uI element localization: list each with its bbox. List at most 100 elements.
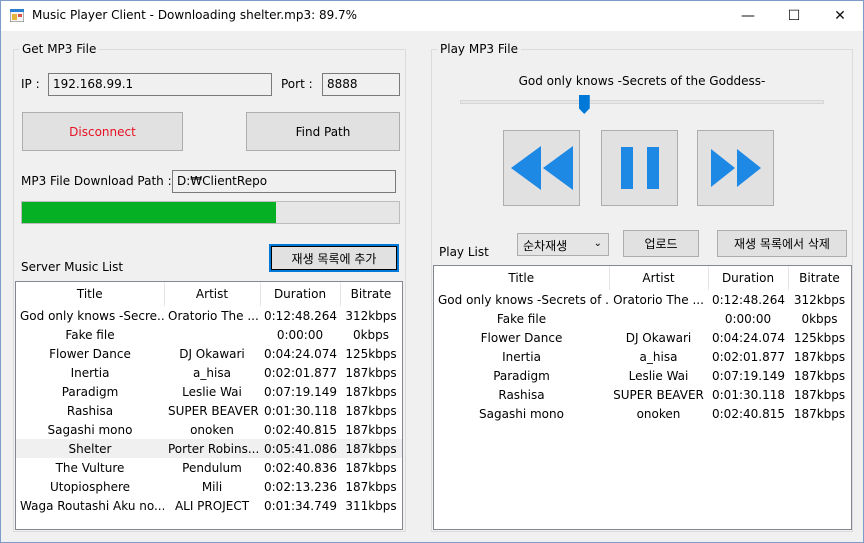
now-playing-title: God only knows -Secrets of the Goddess-	[518, 74, 766, 88]
table-row[interactable]: God only knows -Secre... Oratorio The ...…	[16, 306, 402, 325]
cell-duration: 0:00:00	[724, 311, 772, 326]
cell-duration: 0:12:48.264	[264, 308, 337, 323]
app-icon	[10, 9, 24, 22]
table-row[interactable]: Rashisa SUPER BEAVER 0:01:30.118 187kbps	[434, 385, 851, 404]
table-row[interactable]: Flower Dance DJ Okawari 0:04:24.074 125kbps	[16, 344, 402, 363]
cell-duration: 0:05:41.086	[260, 439, 340, 458]
cell-duration: 0:02:40.815	[264, 422, 337, 437]
port-input[interactable]: 8888	[322, 73, 400, 96]
table-row[interactable]: Rashisa SUPER BEAVER 0:01:30.118 187kbps	[16, 401, 402, 420]
window-title: Music Player Client - Downloading shelte…	[32, 8, 358, 22]
maximize-icon: ☐	[787, 8, 801, 24]
column-header-title[interactable]: Title	[16, 282, 165, 306]
download-path-input[interactable]: D:₩ClientRepo	[172, 170, 396, 193]
cell-title: Fake file	[65, 327, 115, 342]
download-progress-fill	[22, 202, 277, 223]
table-row[interactable]: Waga Routashi Aku no... ALI PROJECT 0:01:3…	[16, 496, 402, 515]
cell-duration: 0:02:01.877	[712, 349, 785, 364]
ip-input[interactable]: 192.168.99.1	[48, 73, 272, 96]
table-row[interactable]: God only knows -Secrets of ... Oratorio T…	[434, 290, 851, 309]
close-button[interactable]: ✕	[817, 1, 863, 31]
table-row[interactable]: Flower Dance DJ Okawari 0:04:24.074 125kbps	[434, 328, 851, 347]
cell-duration: 0:00:00	[276, 327, 324, 342]
table-row[interactable]: Sagashi mono onoken 0:02:40.815 187kbps	[16, 420, 402, 439]
cell-artist: onoken	[190, 422, 234, 437]
cell-artist: a_hisa	[193, 365, 231, 380]
disconnect-button[interactable]: Disconnect	[22, 112, 183, 151]
download-progress-bar	[21, 201, 400, 224]
table-row[interactable]: Utopiosphere Mili 0:02:13.236 187kbps	[16, 477, 402, 496]
cell-duration: 0:02:40.836	[264, 460, 337, 475]
table-row[interactable]: Sagashi mono onoken 0:02:40.815 187kbps	[434, 404, 851, 423]
cell-bitrate: 0kbps	[801, 311, 838, 326]
cell-bitrate: 125kbps	[793, 330, 846, 345]
chevron-down-icon: ⌄	[593, 238, 602, 249]
cell-artist: Oratorio The ...	[168, 308, 259, 323]
rewind-button[interactable]	[503, 130, 580, 206]
cell-artist: Pendulum	[182, 460, 242, 475]
upload-button[interactable]: 업로드	[623, 230, 699, 257]
minimize-button[interactable]: —	[725, 1, 771, 31]
pause-button[interactable]	[601, 130, 678, 206]
rewind-icon	[510, 146, 573, 190]
cell-bitrate: 187kbps	[793, 387, 846, 402]
table-row[interactable]: Shelter Porter Robins... 0:05:41.086 187kbp…	[16, 439, 402, 458]
cell-duration: 0:07:19.149	[264, 384, 337, 399]
cell-title: Paradigm	[61, 384, 119, 399]
cell-duration: 0:12:48.264	[712, 292, 785, 307]
cell-duration: 0:01:34.749	[264, 498, 337, 513]
cell-bitrate: 187kbps	[793, 406, 846, 421]
cell-bitrate: 312kbps	[345, 308, 397, 323]
cell-title: Flower Dance	[49, 346, 131, 361]
cell-artist: SUPER BEAVER	[168, 403, 259, 418]
title-bar[interactable]: Music Player Client - Downloading shelte…	[1, 1, 863, 31]
table-row[interactable]: Inertia a_hisa 0:02:01.877 187kbps	[434, 347, 851, 366]
column-header-artist[interactable]: Artist	[164, 282, 261, 306]
cell-artist: Mili	[201, 479, 223, 494]
cell-artist: Leslie Wai	[628, 368, 689, 383]
cell-title: Flower Dance	[480, 330, 563, 345]
find-path-button[interactable]: Find Path	[246, 112, 400, 151]
maximize-button[interactable]: ☐	[771, 1, 817, 31]
cell-title: God only knows -Secrets of ...	[438, 292, 609, 307]
cell-artist: Oratorio The ...	[613, 292, 704, 307]
table-row[interactable]: Inertia a_hisa 0:02:01.877 187kbps	[16, 363, 402, 382]
table-row[interactable]: Paradigm Leslie Wai 0:07:19.149 187kbps	[434, 366, 851, 385]
cell-title: Sagashi mono	[47, 422, 133, 437]
add-to-playlist-button[interactable]: 재생 목록에 추가	[269, 244, 399, 272]
cell-title: Rashisa	[498, 387, 545, 402]
play-mode-select[interactable]: 순차재생 ⌄	[517, 233, 609, 256]
cell-bitrate: 187kbps	[345, 403, 397, 418]
server-music-list-label: Server Music List	[21, 260, 124, 274]
column-header-duration[interactable]: Duration	[708, 266, 789, 290]
column-header-artist[interactable]: Artist	[609, 266, 709, 290]
playlist[interactable]: Title Artist Duration Bitrate God only know…	[433, 265, 852, 530]
cell-title: Inertia	[502, 349, 541, 364]
cell-title: Fake file	[496, 311, 547, 326]
cell-bitrate: 187kbps	[793, 349, 846, 364]
table-row[interactable]: Fake file 0:00:00 0kbps	[434, 309, 851, 328]
fast-forward-button[interactable]	[697, 130, 774, 206]
seek-track[interactable]	[460, 100, 824, 104]
table-row[interactable]: Paradigm Leslie Wai 0:07:19.149 187kbps	[16, 382, 402, 401]
cell-bitrate: 187kbps	[345, 460, 397, 475]
server-music-list[interactable]: Title Artist Duration Bitrate God only know…	[15, 281, 403, 530]
cell-bitrate: 0kbps	[352, 327, 390, 342]
cell-bitrate: 312kbps	[793, 292, 846, 307]
cell-artist	[609, 309, 708, 328]
table-row[interactable]: The Vulture Pendulum 0:02:40.836 187kbps	[16, 458, 402, 477]
remove-from-playlist-button[interactable]: 재생 목록에서 삭제	[717, 230, 847, 257]
cell-duration: 0:07:19.149	[712, 368, 785, 383]
column-header-bitrate[interactable]: Bitrate	[788, 266, 851, 290]
cell-artist	[164, 325, 260, 344]
cell-title: The Vulture	[55, 460, 125, 475]
cell-title: Utopiosphere	[49, 479, 131, 494]
table-row[interactable]: Fake file 0:00:00 0kbps	[16, 325, 402, 344]
cell-artist: Leslie Wai	[182, 384, 242, 399]
main-window: Music Player Client - Downloading shelte…	[0, 0, 864, 543]
column-header-bitrate[interactable]: Bitrate	[340, 282, 402, 306]
cell-title: Rashisa	[66, 403, 114, 418]
port-label: Port :	[281, 77, 313, 91]
column-header-title[interactable]: Title	[434, 266, 610, 290]
column-header-duration[interactable]: Duration	[260, 282, 341, 306]
